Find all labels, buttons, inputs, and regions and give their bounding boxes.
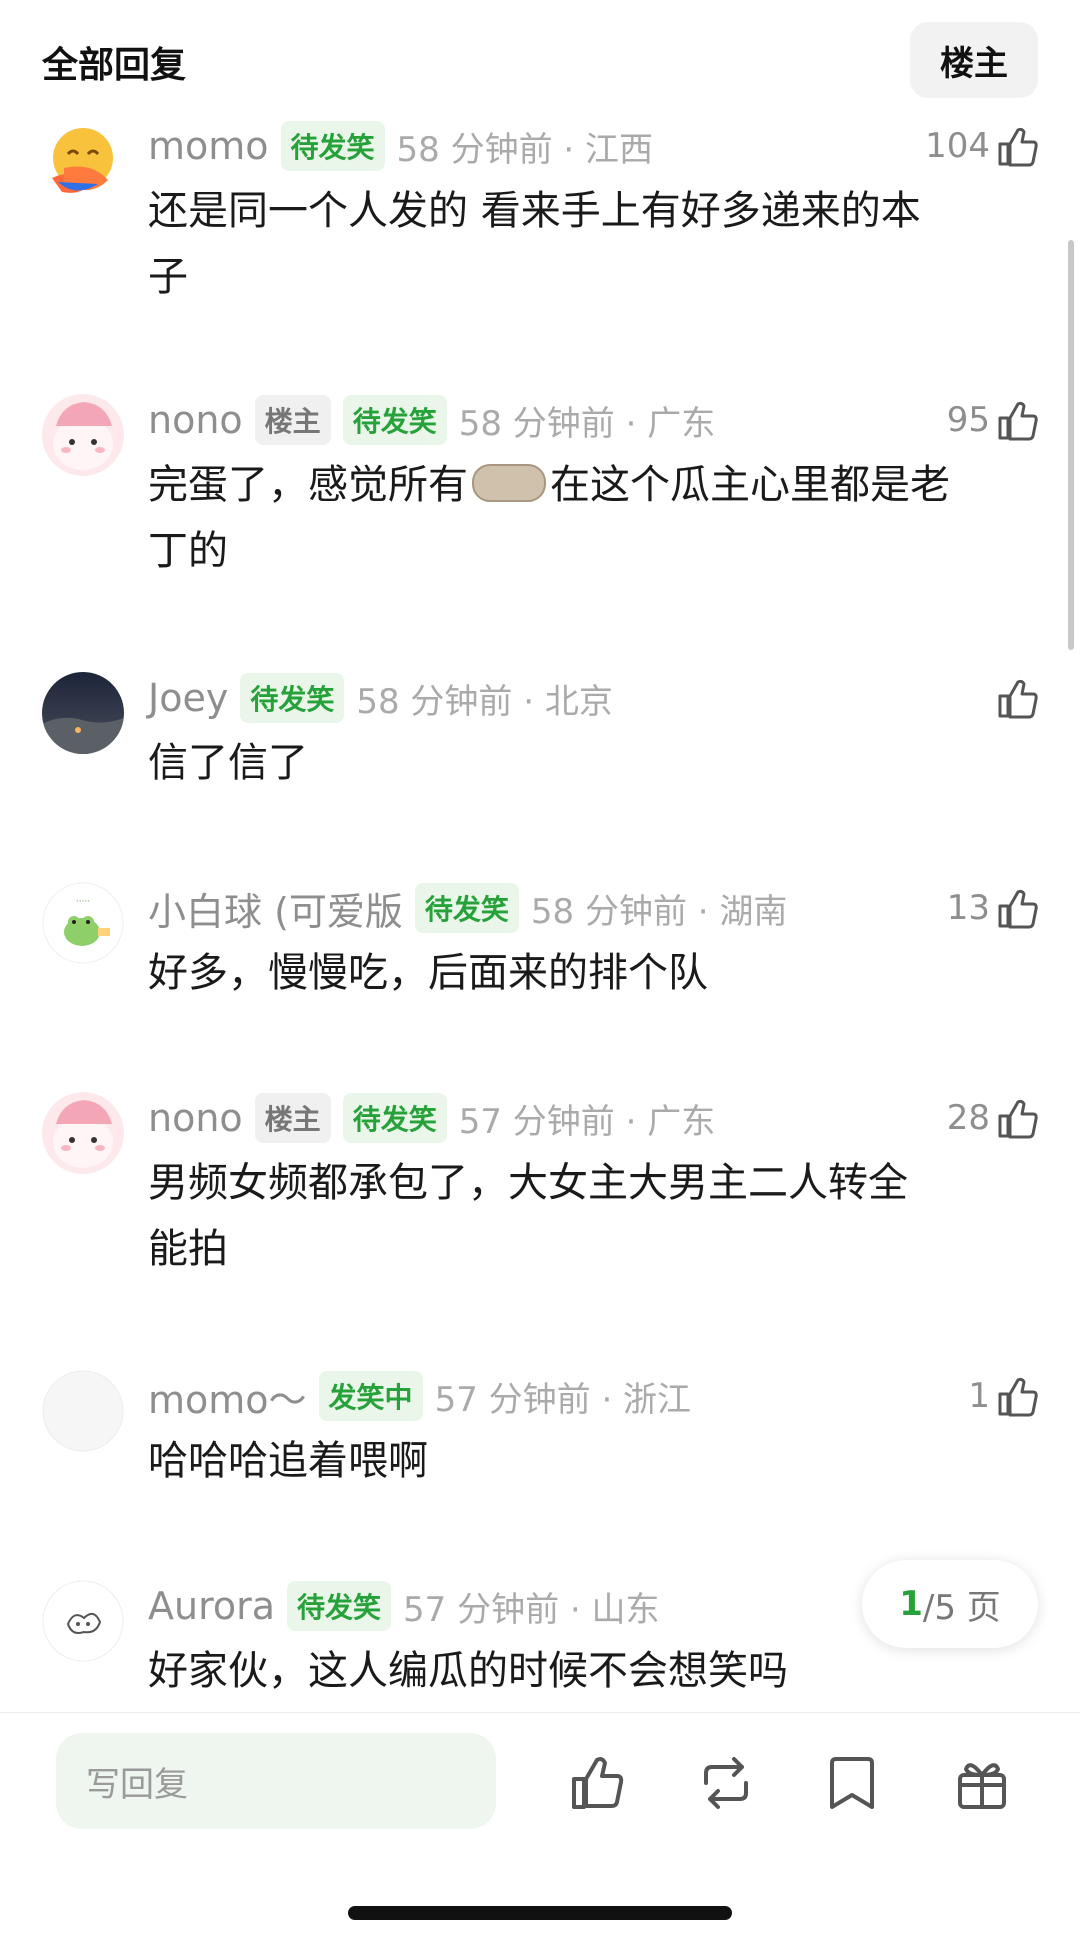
home-indicator[interactable] — [348, 1906, 732, 1920]
like-button[interactable]: 95 — [947, 394, 1040, 446]
comment-text: 好多，慢慢吃，后面来的排个队 — [148, 940, 1038, 1006]
username[interactable]: 小白球 (可爱版 — [148, 881, 403, 936]
comment-line: 完蛋了，感觉所有 在这个瓜主心里都是老 — [148, 452, 1038, 518]
like-count: 95 — [946, 400, 990, 440]
owner-badge: 楼主 — [254, 395, 331, 445]
owner-badge: 楼主 — [254, 1093, 331, 1143]
timestamp-location: 58 分钟前 · 江西 — [396, 129, 654, 170]
page-title: 全部回复 — [42, 45, 187, 86]
hug-emoji-avatar-icon — [42, 120, 124, 202]
username[interactable]: Aurora — [148, 1584, 275, 1628]
like-count: 28 — [946, 1098, 990, 1138]
status-badge: 待发笑 — [342, 395, 447, 445]
gift-icon[interactable] — [952, 1753, 1012, 1813]
comment-meta: nono 楼主 待发笑 57 分钟前 · 广东 — [148, 1092, 715, 1144]
avatar[interactable]: ····· — [42, 882, 124, 964]
thumbs-up-icon — [998, 679, 1038, 719]
avatar[interactable] — [42, 1370, 124, 1452]
thumbs-up-icon — [998, 889, 1038, 929]
comment-text: 男频女频都承包了，大女主大男主二人转全 能拍 — [148, 1150, 1038, 1282]
comment-meta: momo 待发笑 58 分钟前 · 江西 — [148, 120, 653, 172]
comment-line: 子 — [148, 254, 188, 300]
page-indicator[interactable]: 1/5 页 — [862, 1560, 1038, 1648]
doodle-avatar-icon — [42, 1580, 124, 1662]
username[interactable]: Joey — [148, 676, 228, 720]
thumbs-up-icon — [998, 401, 1038, 441]
repost-icon[interactable] — [696, 1753, 756, 1813]
avatar[interactable] — [42, 394, 124, 476]
night-sky-avatar-icon — [42, 672, 124, 754]
current-page: 1 — [899, 1584, 923, 1624]
thumbs-up-icon[interactable] — [568, 1753, 628, 1813]
blank-avatar-icon — [42, 1370, 124, 1452]
like-button[interactable]: 13 — [947, 882, 1040, 934]
pink-bunny-avatar-icon — [42, 394, 124, 476]
status-badge: 待发笑 — [280, 121, 385, 171]
comment-meta: momo～ 发笑中 57 分钟前 · 浙江 — [148, 1370, 691, 1422]
pie-emoji-icon — [472, 464, 546, 502]
timestamp-location: 58 分钟前 · 广东 — [458, 403, 716, 444]
comment-line: 男频女频都承包了，大女主大男主二人转全 — [148, 1160, 908, 1206]
avatar[interactable] — [42, 1092, 124, 1174]
like-button[interactable]: 28 — [947, 1092, 1040, 1144]
bookmark-icon[interactable] — [822, 1753, 882, 1813]
comment-text: 信了信了 — [148, 730, 1038, 796]
thumbs-up-icon — [998, 1377, 1038, 1417]
like-button[interactable]: 104 — [925, 120, 1040, 172]
like-button[interactable] — [996, 672, 1040, 724]
comment-text-part: 在这个瓜主心里都是老 — [550, 462, 950, 508]
status-badge: 发笑中 — [318, 1371, 423, 1421]
like-count: 13 — [946, 888, 990, 928]
comment-line: 信了信了 — [148, 740, 308, 786]
timestamp-location: 57 分钟前 · 广东 — [458, 1101, 716, 1142]
like-count: 1 — [968, 1376, 990, 1416]
scrollbar[interactable] — [1068, 240, 1074, 650]
comment-line: 还是同一个人发的 看来手上有好多递来的本 — [148, 188, 921, 234]
header: 全部回复 楼主 — [0, 0, 1080, 110]
comment-meta: 小白球 (可爱版 待发笑 58 分钟前 · 湖南 — [148, 882, 787, 934]
status-badge: 待发笑 — [287, 1581, 392, 1631]
comment-line: 好多，慢慢吃，后面来的排个队 — [148, 950, 708, 996]
comment-meta: Aurora 待发笑 57 分钟前 · 山东 — [148, 1580, 660, 1632]
timestamp-location: 57 分钟前 · 山东 — [403, 1589, 660, 1630]
comment-text-part: 完蛋了，感觉所有 — [148, 462, 468, 508]
timestamp-location: 58 分钟前 · 湖南 — [530, 891, 788, 932]
comment-meta: Joey 待发笑 58 分钟前 · 北京 — [148, 672, 613, 724]
username[interactable]: nono — [148, 398, 243, 442]
comment-text: 哈哈哈追着喂啊 — [148, 1428, 1038, 1494]
avatar[interactable] — [42, 120, 124, 202]
comment-line: 丁的 — [148, 528, 228, 574]
username[interactable]: momo～ — [148, 1369, 307, 1424]
total-pages: /5 页 — [922, 1587, 1001, 1628]
comment-meta: nono 楼主 待发笑 58 分钟前 · 广东 — [148, 394, 715, 446]
svg-text:·····: ····· — [76, 897, 90, 907]
timestamp-location: 57 分钟前 · 浙江 — [434, 1379, 692, 1420]
reply-placeholder: 写回复 — [86, 1764, 188, 1805]
avatar[interactable] — [42, 672, 124, 754]
username[interactable]: momo — [148, 124, 269, 168]
avatar[interactable] — [42, 1580, 124, 1662]
comment-text: 还是同一个人发的 看来手上有好多递来的本 子 — [148, 178, 1038, 310]
reply-input[interactable]: 写回复 — [56, 1733, 496, 1829]
username[interactable]: nono — [148, 1096, 243, 1140]
owner-only-button[interactable]: 楼主 — [910, 22, 1038, 98]
thumbs-up-icon — [998, 127, 1038, 167]
comment-text: 完蛋了，感觉所有 在这个瓜主心里都是老 丁的 — [148, 452, 1038, 584]
status-badge: 待发笑 — [240, 673, 345, 723]
status-badge: 待发笑 — [414, 883, 519, 933]
status-badge: 待发笑 — [342, 1093, 447, 1143]
comment-line: 哈哈哈追着喂啊 — [148, 1438, 428, 1484]
thumbs-up-icon — [998, 1099, 1038, 1139]
like-button[interactable]: 1 — [968, 1370, 1040, 1422]
pink-bunny-avatar-icon — [42, 1092, 124, 1174]
frog-avatar-icon: ····· — [42, 882, 124, 964]
like-count: 104 — [925, 126, 990, 166]
timestamp-location: 58 分钟前 · 北京 — [356, 681, 613, 722]
comment-line: 能拍 — [148, 1226, 228, 1272]
